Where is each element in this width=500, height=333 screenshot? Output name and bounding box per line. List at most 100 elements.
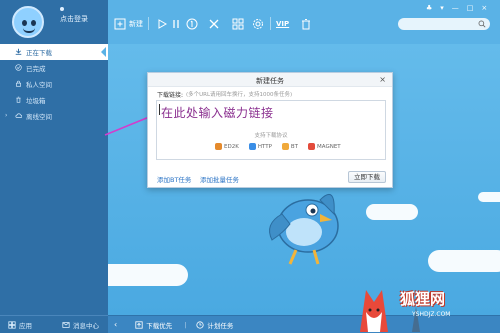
active-indicator — [101, 47, 106, 57]
apps-button[interactable]: 应用 — [0, 320, 54, 330]
pause-button[interactable] — [170, 17, 182, 31]
grid-icon — [232, 18, 244, 30]
magnet-icon — [308, 143, 316, 150]
sidebar-item-downloading[interactable]: 正在下载 — [0, 44, 108, 60]
search-input[interactable] — [398, 18, 490, 30]
scheduled-tasks-button[interactable]: 计划任务 — [196, 320, 233, 330]
status-divider: | — [184, 320, 187, 329]
download-icon — [15, 48, 22, 55]
watermark-text: 狐狸网 — [400, 290, 446, 308]
expand-icon[interactable]: › — [5, 112, 7, 119]
play-icon — [158, 19, 168, 29]
new-task-label: 新建 — [129, 20, 143, 28]
apps-icon — [8, 320, 16, 329]
sidebar-bottom-bar: 应用 消息中心 — [0, 315, 108, 333]
sidebar-item-private[interactable]: 私人空间 — [0, 76, 108, 92]
dialog-header[interactable]: 新建任务 × — [148, 73, 392, 87]
sidebar-nav: 正在下载 已完成 私人空间 垃圾箱 › 离线空间 — [0, 44, 108, 124]
watermark-url: YSHDJZ.COM — [412, 311, 451, 318]
new-task-icon — [114, 18, 126, 30]
protocol-ed2k: ED2K — [215, 143, 239, 150]
link-hint: (多个URL请用回车换行，支持1000条任务) — [186, 92, 293, 98]
ed2k-icon — [215, 143, 222, 150]
pause-icon — [173, 20, 179, 28]
sidebar-item-offline[interactable]: › 离线空间 — [0, 108, 108, 124]
settings-button[interactable] — [252, 17, 264, 31]
profile-area[interactable]: 点击登录 — [0, 0, 108, 44]
lock-icon — [16, 80, 21, 87]
scheduled-tasks-label: 计划任务 — [207, 321, 234, 330]
protocol-http: HTTP — [248, 143, 272, 150]
toolbar-divider — [148, 17, 149, 30]
protocol-title: 支持下载协议 — [254, 133, 288, 139]
maximize-icon[interactable]: □ — [467, 4, 474, 12]
organize-button[interactable] — [232, 17, 244, 31]
download-now-button[interactable]: 立即下载 — [348, 171, 386, 183]
sidebar-item-label: 垃圾箱 — [26, 97, 46, 105]
delete-button[interactable] — [208, 17, 220, 31]
login-link[interactable]: 点击登录 — [60, 14, 88, 24]
add-bt-task-link[interactable]: 添加BT任务 — [157, 174, 191, 184]
start-button[interactable] — [156, 17, 168, 31]
protocol-label: MAGNET — [317, 143, 341, 150]
bt-icon — [281, 143, 289, 150]
vip-button[interactable]: VIP — [276, 17, 289, 31]
dialog-title: 新建任务 — [256, 77, 284, 85]
trash-icon — [302, 19, 310, 30]
protocol-label: ED2K — [224, 143, 239, 150]
message-center-button[interactable]: 消息中心 — [54, 320, 108, 330]
add-batch-task-link[interactable]: 添加批量任务 — [200, 174, 239, 184]
avatar[interactable] — [12, 6, 44, 38]
message-center-label: 消息中心 — [73, 321, 99, 330]
background-cloud — [366, 204, 418, 220]
avatar-eye-left — [22, 20, 27, 26]
trash-icon — [16, 96, 21, 103]
background-cloud — [108, 264, 188, 286]
toolbar-divider — [270, 17, 271, 30]
link-textarea[interactable]: 在此处输入磁力链接 支持下载协议 ED2K HTTP BT MAGNET — [156, 100, 386, 160]
priority-icon — [135, 320, 143, 329]
menu-icon[interactable]: ▾ — [440, 4, 444, 12]
link-input-text[interactable]: 在此处输入磁力链接 — [161, 104, 274, 121]
close-icon — [209, 19, 219, 29]
text-caret — [159, 104, 160, 115]
gear-icon — [253, 19, 263, 29]
protocol-label: BT — [290, 143, 299, 150]
sidebar-item-label: 已完成 — [26, 65, 46, 73]
http-icon — [248, 143, 256, 150]
apps-label: 应用 — [19, 321, 32, 330]
protocol-bt: BT — [281, 143, 299, 150]
open-button[interactable] — [186, 17, 198, 31]
sidebar-item-completed[interactable]: 已完成 — [0, 60, 108, 76]
sidebar-item-label: 正在下载 — [26, 49, 52, 57]
link-label: 下载链接: — [157, 92, 184, 99]
sidebar-item-trash[interactable]: 垃圾箱 — [0, 92, 108, 108]
clock-icon — [196, 320, 205, 329]
sidebar-item-label: 离线空间 — [26, 113, 52, 121]
avatar-mouth — [23, 28, 35, 33]
app-window: 点击登录 正在下载 已完成 私人空间 垃圾箱 › 离线空间 应用 消息中心 新建… — [0, 0, 500, 333]
minimize-icon[interactable]: — — [452, 4, 459, 12]
avatar-eye-right — [31, 20, 36, 26]
download-priority-button[interactable]: 下载优先 — [135, 320, 172, 330]
cloud-icon — [15, 113, 22, 118]
mascot-bird-illustration — [269, 193, 339, 265]
number-one-circle-icon — [186, 18, 198, 30]
close-icon[interactable]: × — [379, 75, 386, 84]
new-task-button[interactable]: 新建 — [114, 17, 143, 31]
status-dot — [60, 7, 64, 11]
sidebar: 点击登录 正在下载 已完成 私人空间 垃圾箱 › 离线空间 应用 消息中心 — [0, 0, 108, 333]
background-cloud — [478, 192, 500, 202]
message-icon — [62, 321, 70, 328]
toolbar: 新建 VIP ♣ ▾ — □ × — [108, 0, 500, 44]
protocol-list: ED2K HTTP BT MAGNET — [215, 143, 341, 150]
trash-button[interactable] — [300, 17, 312, 31]
check-circle-icon — [15, 64, 22, 71]
window-controls: ♣ ▾ — □ × — [426, 4, 487, 12]
collapse-sidebar-icon[interactable]: ‹ — [114, 320, 117, 329]
protocol-magnet: MAGNET — [308, 143, 341, 150]
protocol-label: HTTP — [257, 143, 272, 150]
search-icon[interactable] — [478, 20, 486, 28]
skin-icon[interactable]: ♣ — [426, 4, 432, 12]
close-icon[interactable]: × — [481, 4, 487, 12]
